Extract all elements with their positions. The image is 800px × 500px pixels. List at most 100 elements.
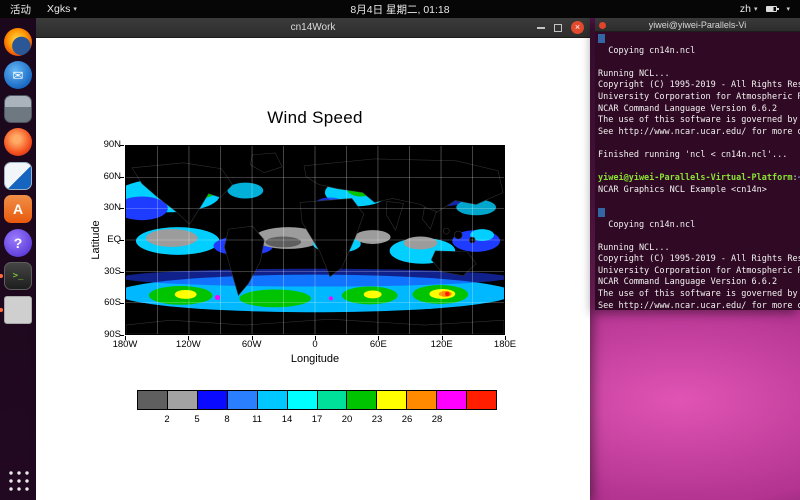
- plot-window-title: cn14Work: [36, 22, 590, 33]
- app-menu-label: Xgks: [47, 3, 70, 15]
- terminal-line: Copyright (C) 1995-2019 - All Rights Res: [598, 80, 797, 92]
- terminal-line: [598, 196, 797, 208]
- x-tick-label: 0: [312, 339, 317, 350]
- terminal-line: University Corporation for Atmospheric R: [598, 266, 797, 278]
- top-bar: 活动 Xgks ▾ 8月4日 星期二, 01:18 zh ▾ ▾: [0, 0, 800, 18]
- ime-label: zh: [740, 3, 751, 15]
- y-tick-label: 30S: [84, 266, 121, 277]
- colorbar-label: 20: [342, 414, 353, 425]
- x-tick-label: 180E: [494, 339, 516, 350]
- y-tick-mark: [120, 240, 124, 241]
- xgks-plot-window: cn14Work × Wind Speed Latitude: [36, 18, 590, 500]
- plot-canvas[interactable]: Wind Speed Latitude: [36, 38, 590, 499]
- dock-item-terminal[interactable]: >_: [3, 261, 33, 291]
- y-tick-label: 90S: [84, 329, 121, 340]
- colorbar-box: [167, 391, 197, 409]
- colorbar-label: 8: [224, 414, 229, 425]
- dock-item-thunderbird[interactable]: ✉: [3, 60, 33, 90]
- wind-speed-map: [126, 146, 504, 334]
- terminal-line: Finished running 'ncl < cn14n.ncl'...: [598, 150, 797, 162]
- ubuntu-software-icon: A: [4, 195, 32, 223]
- plot-window-titlebar[interactable]: cn14Work ×: [36, 18, 590, 38]
- x-tick-mark: [252, 336, 253, 340]
- system-menu-chevron-icon[interactable]: ▾: [786, 5, 790, 13]
- maximize-button[interactable]: [554, 24, 562, 32]
- terminal-line: Copyright (C) 1995-2019 - All Rights Res: [598, 254, 797, 266]
- terminal-title: yiwei@yiwei-Parallels-Vi: [649, 20, 747, 30]
- y-tick-label: 60N: [84, 171, 121, 182]
- terminal-line: Running NCL...: [598, 69, 797, 81]
- terminal-glyph: >_: [13, 272, 24, 281]
- minimize-button[interactable]: [537, 27, 545, 29]
- terminal-line: NCAR Graphics NCL Example <cn14n>: [598, 185, 797, 197]
- activities-button[interactable]: 活动: [10, 2, 31, 17]
- help-glyph: ?: [14, 236, 23, 250]
- x-tick-mark: [188, 336, 189, 340]
- colorbar-box: [376, 391, 406, 409]
- x-tick-mark: [505, 336, 506, 340]
- colorbar: [137, 390, 497, 410]
- battery-icon: [766, 6, 777, 12]
- chevron-down-icon: ▾: [73, 5, 77, 13]
- terminal-icon: >_: [4, 262, 32, 290]
- terminal-line: Running NCL...: [598, 243, 797, 255]
- x-tick-label: 120E: [431, 339, 453, 350]
- y-tick-mark: [120, 272, 124, 273]
- x-tick-label: 60W: [242, 339, 262, 350]
- colorbar-box: [346, 391, 376, 409]
- thunderbird-icon: ✉: [4, 61, 32, 89]
- terminal-titlebar[interactable]: yiwei@yiwei-Parallels-Vi: [595, 18, 800, 32]
- y-tick-mark: [120, 208, 124, 209]
- window-controls: ×: [537, 21, 590, 34]
- libreoffice-writer-icon: [4, 162, 32, 190]
- colorbar-box: [436, 391, 466, 409]
- close-button[interactable]: ×: [571, 21, 584, 34]
- colorbar-box: [406, 391, 436, 409]
- colorbar-box: [138, 391, 167, 409]
- colorbar-label: 5: [194, 414, 199, 425]
- dock-item-help[interactable]: ?: [3, 228, 33, 258]
- dock-item-rhythmbox[interactable]: [3, 127, 33, 157]
- colorbar-box: [227, 391, 257, 409]
- terminal-line: See http://www.ncar.ucar.edu/ for more d…: [598, 127, 797, 139]
- running-indicator: [0, 274, 3, 278]
- y-tick-mark: [120, 145, 124, 146]
- y-tick-label: 30N: [84, 202, 121, 213]
- colorbar-box: [287, 391, 317, 409]
- colorbar-box: [466, 391, 496, 409]
- terminal-line: University Corporation for Atmospheric R: [598, 92, 797, 104]
- terminal-line: The use of this software is governed by: [598, 115, 797, 127]
- x-tick-label: 120W: [176, 339, 201, 350]
- terminal-window: yiwei@yiwei-Parallels-Vi Copying cn14n.n…: [595, 18, 800, 310]
- colorbar-label: 23: [372, 414, 383, 425]
- dock-item-files[interactable]: [3, 94, 33, 124]
- y-tick-mark: [120, 177, 124, 178]
- clock[interactable]: 8月4日 星期二, 01:18: [0, 2, 800, 17]
- terminal-line: [598, 57, 797, 69]
- firefox-icon: [4, 28, 32, 56]
- running-indicator: [0, 308, 3, 312]
- dock-item-firefox[interactable]: [3, 27, 33, 57]
- y-tick-label: 90N: [84, 139, 121, 150]
- dock-item-xgks[interactable]: [3, 295, 33, 325]
- x-tick-label: 60E: [370, 339, 387, 350]
- colorbar-label: 26: [402, 414, 413, 425]
- ubuntu-software-glyph: A: [13, 202, 23, 216]
- input-method-indicator[interactable]: zh ▾: [740, 3, 758, 15]
- y-tick-label: 60S: [84, 297, 121, 308]
- show-applications-button[interactable]: [6, 468, 30, 492]
- terminal-line: [598, 138, 797, 150]
- files-icon: [4, 95, 32, 123]
- colorbar-label: 11: [252, 414, 262, 425]
- dock-items: ✉ A? >_: [3, 23, 33, 328]
- terminal-line: Copying cn14n.ncl: [598, 220, 797, 232]
- y-tick-mark: [120, 303, 124, 304]
- dock-item-ubuntu-software[interactable]: A: [3, 194, 33, 224]
- app-menu[interactable]: Xgks ▾: [47, 3, 77, 15]
- xgks-icon: [4, 296, 32, 324]
- colorbar-label: 2: [164, 414, 169, 425]
- dock-item-libreoffice-writer[interactable]: [3, 161, 33, 191]
- terminal-output[interactable]: Copying cn14n.ncl Running NCL...Copyrigh…: [595, 32, 800, 310]
- terminal-line: The use of this software is governed by: [598, 289, 797, 301]
- colorbar-box: [257, 391, 287, 409]
